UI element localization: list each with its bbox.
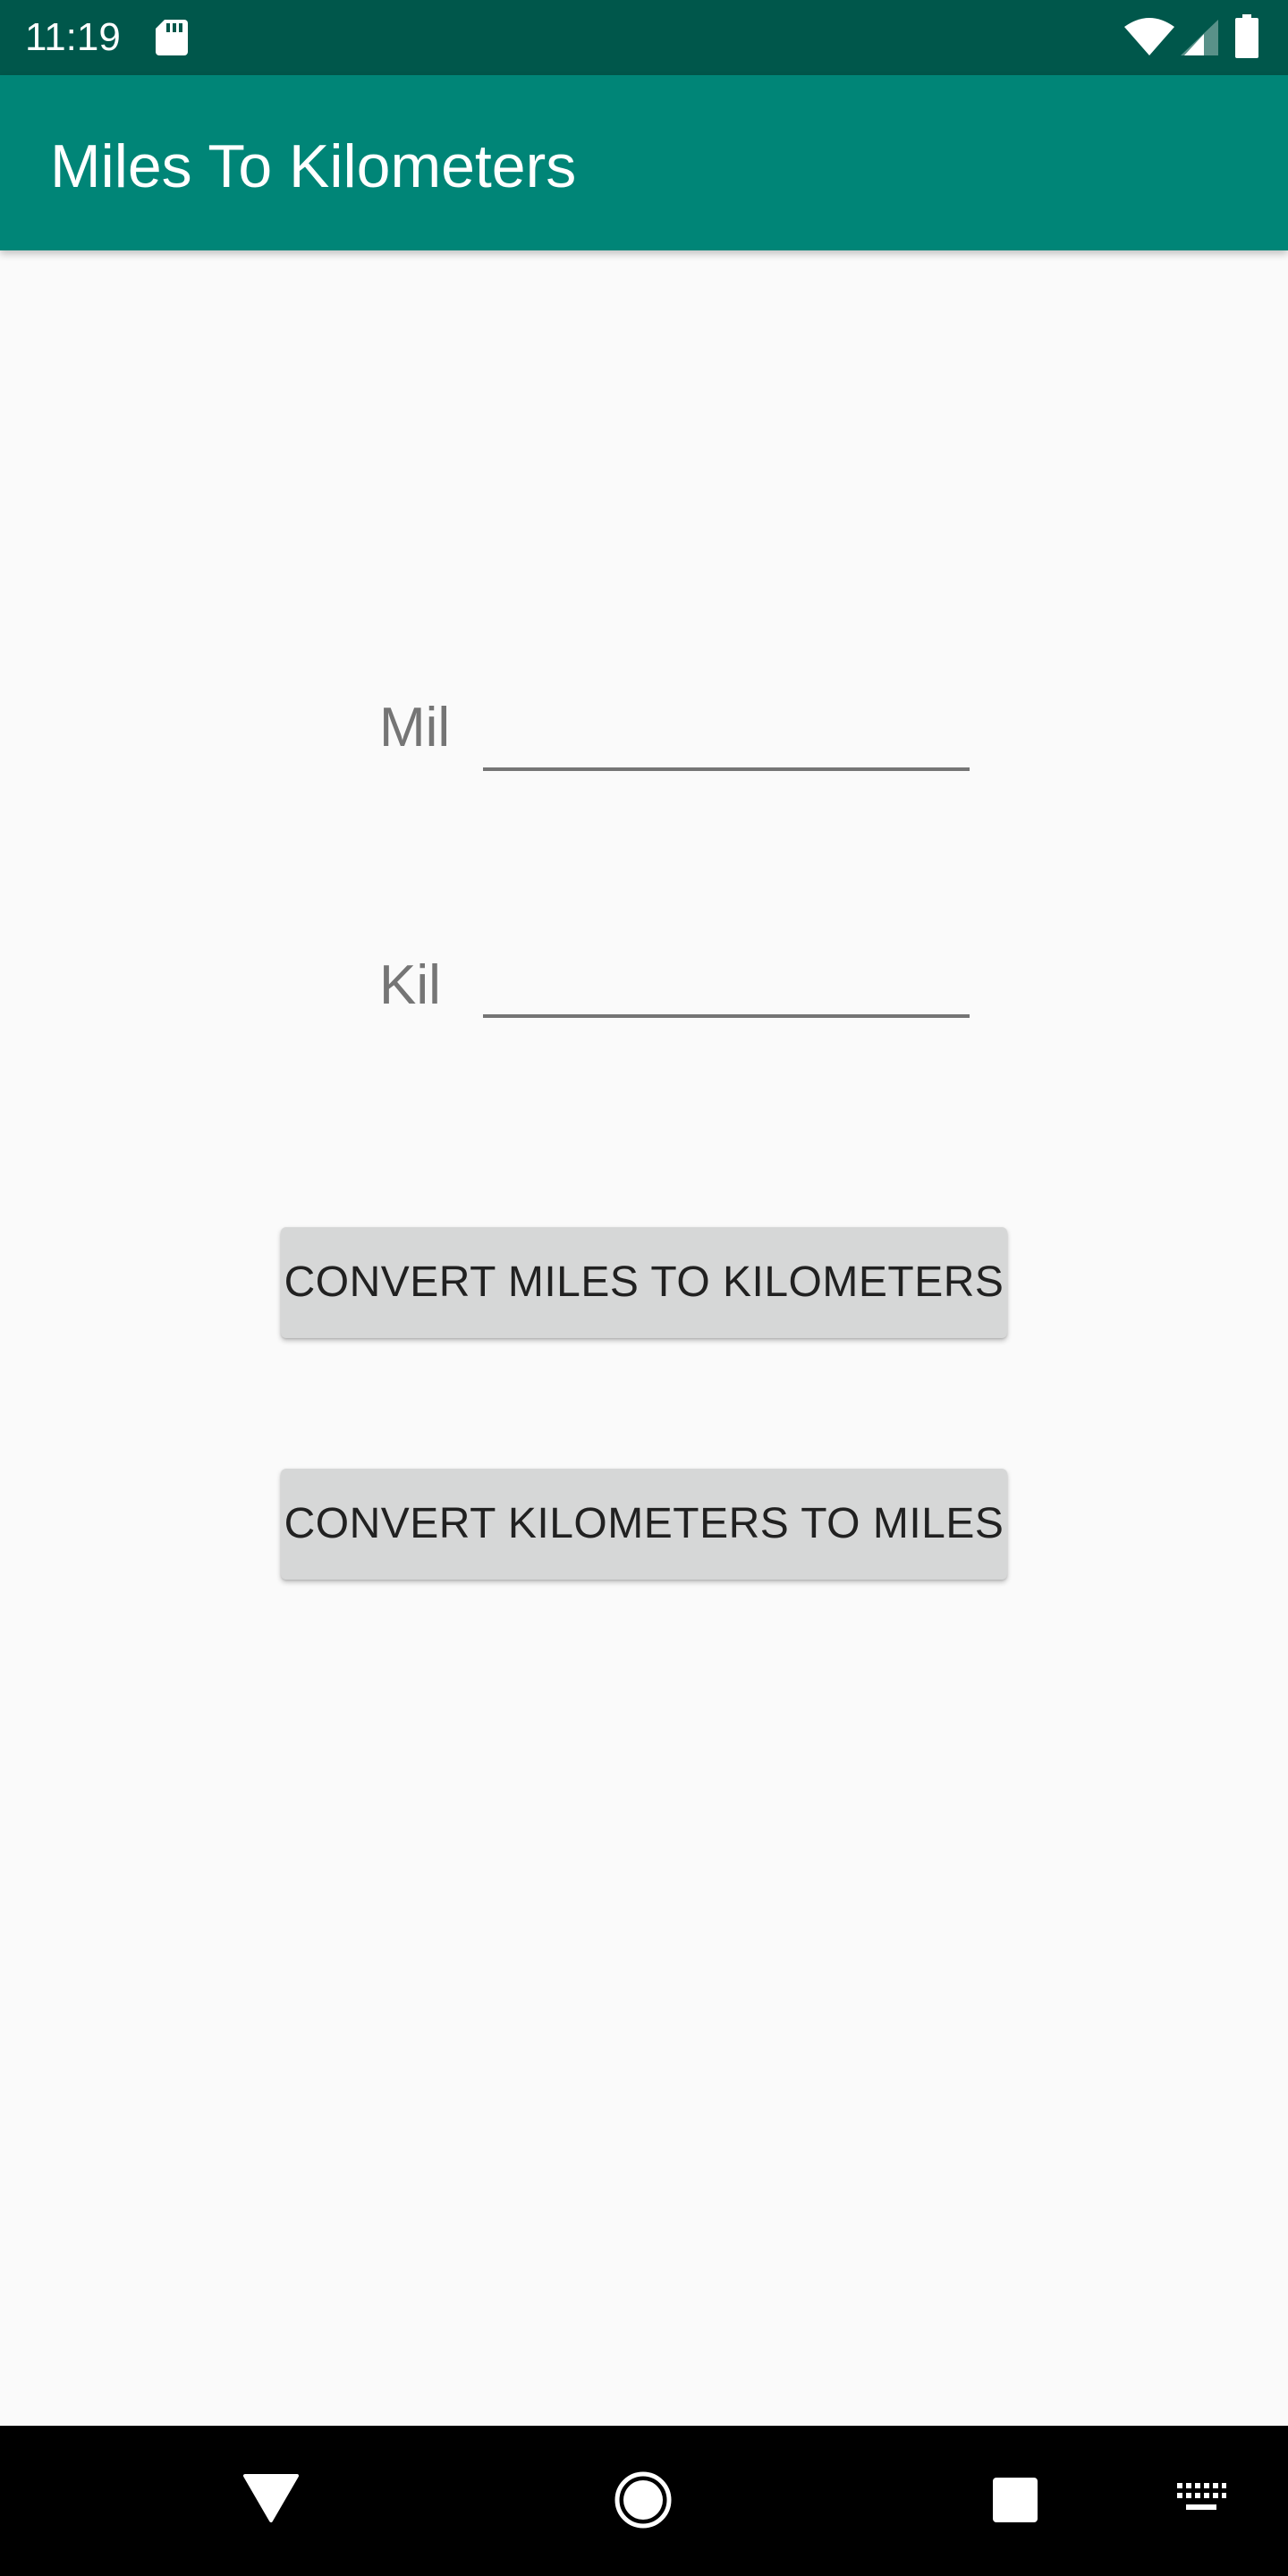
- home-icon[interactable]: [614, 2470, 673, 2529]
- kilometers-label: Kil: [379, 954, 441, 1016]
- keyboard-icon[interactable]: [1175, 2481, 1227, 2517]
- status-bar: 11:19: [0, 0, 1288, 75]
- kilometers-input[interactable]: [483, 937, 970, 1018]
- app-bar: Miles To Kilometers: [0, 75, 1288, 250]
- app-screen: 11:19 Miles To Kilometers Mil Kil CONVER…: [0, 0, 1288, 2576]
- battery-icon: [1235, 14, 1258, 58]
- sd-card-icon: [156, 20, 188, 55]
- recents-icon[interactable]: [991, 2476, 1039, 2524]
- navigation-bar: [0, 2426, 1288, 2576]
- convert-miles-to-km-button[interactable]: CONVERT MILES TO KILOMETERS: [281, 1227, 1007, 1338]
- convert-km-to-miles-button[interactable]: CONVERT KILOMETERS TO MILES: [281, 1469, 1007, 1580]
- miles-input[interactable]: [483, 691, 970, 771]
- miles-label: Mil: [379, 697, 451, 758]
- signal-icon: [1181, 20, 1218, 55]
- wifi-icon: [1124, 18, 1174, 55]
- back-icon[interactable]: [243, 2472, 299, 2524]
- status-time: 11:19: [25, 15, 121, 59]
- app-title: Miles To Kilometers: [50, 132, 577, 200]
